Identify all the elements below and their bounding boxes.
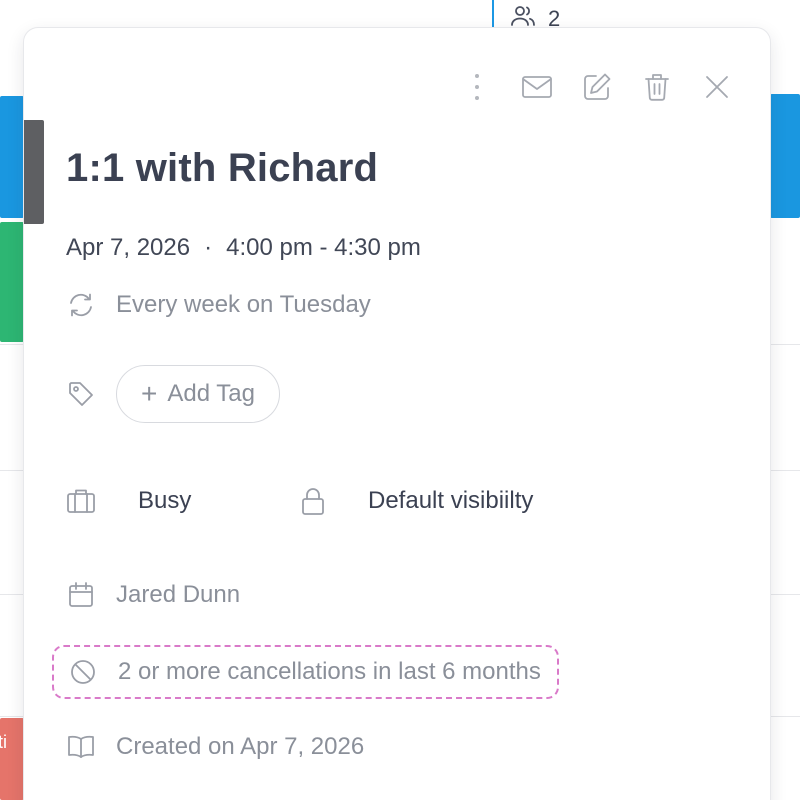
close-icon (706, 76, 728, 98)
created-info-row: Created on Apr 7, 2026 (66, 732, 364, 762)
briefcase-icon (66, 486, 96, 516)
current-time-line (492, 0, 494, 28)
event-time-range: 4:00 pm - 4:30 pm (226, 234, 421, 261)
plus-icon: + (141, 378, 158, 409)
datetime-separator: · (204, 234, 213, 261)
repeat-icon (66, 290, 96, 320)
created-date-text: Created on Apr 7, 2026 (116, 733, 365, 760)
event-color-indicator (24, 120, 44, 224)
visibility-value[interactable]: Default visibiilty (368, 487, 533, 515)
event-date: Apr 7, 2026 (66, 234, 191, 261)
cancellation-warning-text: 2 or more cancellations in last 6 months (118, 658, 541, 685)
recurrence-text: Every week on Tuesday (116, 291, 371, 318)
event-title: 1:1 with Richard (66, 146, 379, 190)
calendar-event-block[interactable]: ti (0, 718, 24, 800)
tag-icon (66, 379, 96, 409)
trash-icon (645, 74, 669, 101)
calendar-view: 2 ti 1:1 with Richard Apr 7, 2026 · 4:00… (0, 0, 800, 800)
more-options-button[interactable] (460, 70, 494, 104)
email-guests-button[interactable] (520, 70, 554, 104)
popover-toolbar (460, 70, 734, 104)
recurrence-row: Every week on Tuesday (66, 290, 371, 320)
close-button[interactable] (700, 70, 734, 104)
calendar-event-block[interactable] (0, 222, 24, 342)
calendar-event-block[interactable] (0, 96, 24, 218)
calendar-owner-row: Jared Dunn (66, 580, 240, 610)
book-icon (66, 732, 96, 762)
calendar-event-label: ti (0, 732, 7, 752)
ban-icon (68, 657, 98, 687)
lock-icon (298, 486, 328, 516)
delete-event-button[interactable] (640, 70, 674, 104)
tags-row: + Add Tag (66, 365, 280, 423)
add-tag-button[interactable]: + Add Tag (116, 365, 280, 423)
calendar-owner-name: Jared Dunn (116, 581, 241, 608)
event-datetime: Apr 7, 2026 · 4:00 pm - 4:30 pm (66, 234, 421, 262)
add-tag-label: Add Tag (167, 380, 255, 407)
calendar-event-block[interactable] (770, 94, 800, 218)
more-vertical-icon (475, 74, 479, 100)
availability-value[interactable]: Busy (138, 487, 298, 515)
edit-event-button[interactable] (580, 70, 614, 104)
event-details-popover: 1:1 with Richard Apr 7, 2026 · 4:00 pm -… (24, 28, 770, 800)
calendar-icon (66, 580, 96, 610)
cancellation-warning: 2 or more cancellations in last 6 months (52, 645, 559, 699)
edit-icon (584, 73, 611, 100)
mail-icon (522, 76, 552, 98)
status-row: Busy Default visibiilty (66, 486, 533, 516)
